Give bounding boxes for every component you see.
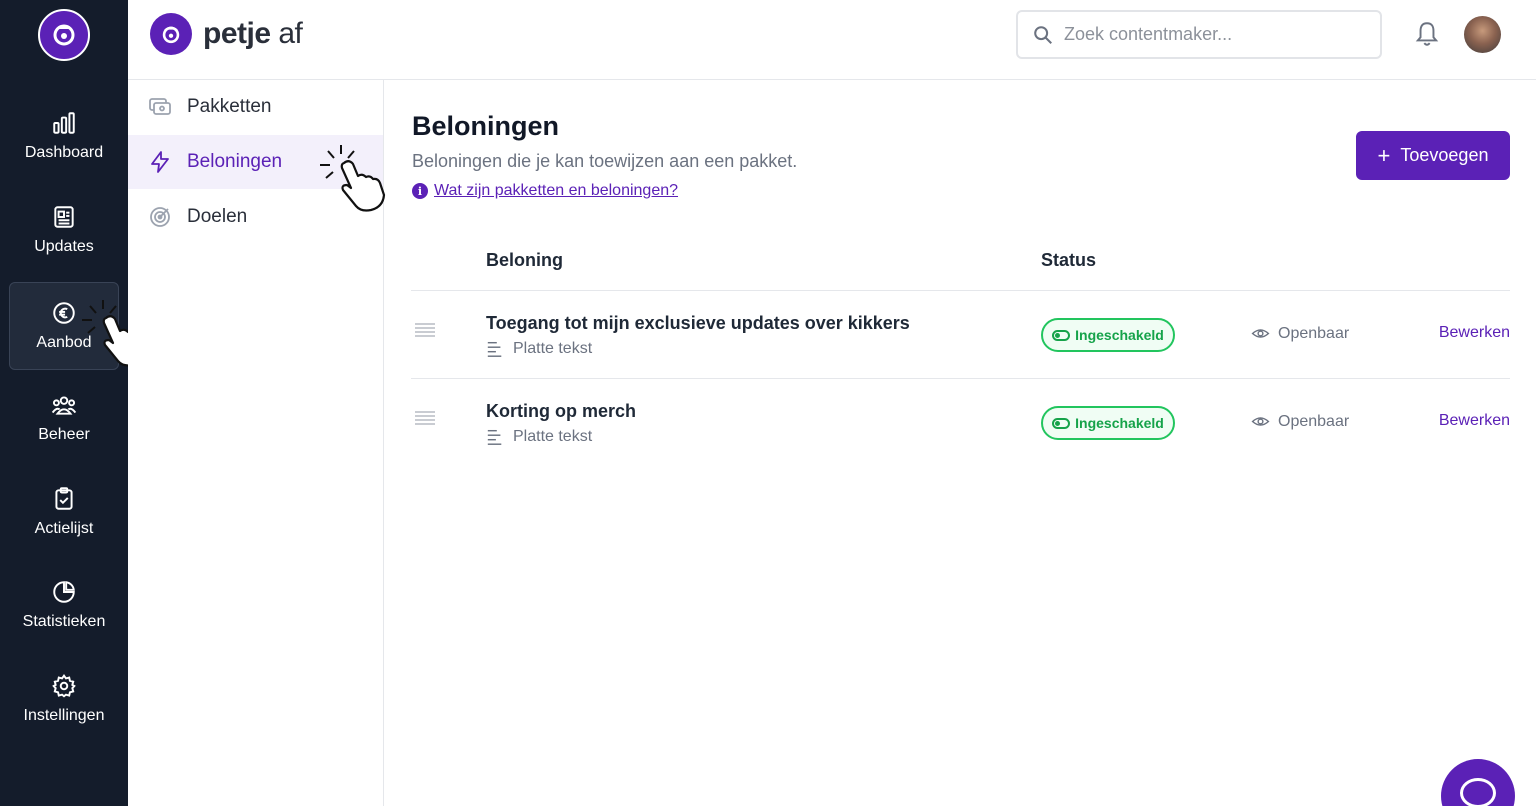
rail-label: Actielijst bbox=[34, 520, 94, 537]
eye-icon bbox=[1251, 329, 1270, 338]
package-icon bbox=[149, 98, 171, 115]
page-title: Beloningen bbox=[412, 111, 559, 141]
rail-item-actielijst[interactable]: Actielijst bbox=[9, 468, 119, 556]
clipboard-check-icon bbox=[55, 487, 73, 510]
app-logo-icon[interactable] bbox=[38, 9, 90, 61]
table-row: Toegang tot mijn exclusieve updates over… bbox=[411, 291, 1510, 379]
app-root: Dashboard Updates Aanbod Beheer Actielij… bbox=[0, 0, 1536, 806]
add-reward-button[interactable]: + Toevoegen bbox=[1356, 131, 1510, 180]
text-lines-icon bbox=[487, 341, 502, 357]
visibility: Openbaar bbox=[1251, 324, 1349, 343]
rail-label: Updates bbox=[34, 238, 94, 255]
search-input[interactable] bbox=[1064, 24, 1364, 45]
search-box bbox=[1016, 10, 1382, 59]
brand-name-bold: petje bbox=[203, 17, 271, 50]
sub-navigation: Pakketten Beloningen Doelen bbox=[128, 80, 386, 806]
subnav-label: Pakketten bbox=[187, 96, 272, 117]
lightning-icon bbox=[151, 151, 169, 173]
drag-handle-icon[interactable] bbox=[415, 323, 435, 337]
page-subtitle: Beloningen die je kan toewijzen aan een … bbox=[412, 151, 798, 171]
rail-label: Beheer bbox=[38, 426, 90, 443]
column-header-status: Status bbox=[1041, 250, 1097, 270]
reward-title: Toegang tot mijn exclusieve updates over… bbox=[486, 313, 910, 333]
visibility-label: Openbaar bbox=[1278, 324, 1350, 342]
rail-item-statistieken[interactable]: Statistieken bbox=[9, 561, 119, 649]
gear-icon bbox=[52, 674, 76, 698]
toggle-icon bbox=[1052, 417, 1071, 429]
eye-icon bbox=[1251, 417, 1270, 426]
brand-name-light: af bbox=[278, 17, 303, 50]
rail-item-updates[interactable]: Updates bbox=[9, 186, 119, 274]
subnav-label: Doelen bbox=[187, 206, 248, 227]
avatar[interactable] bbox=[1464, 16, 1501, 53]
rail-label: Dashboard bbox=[24, 144, 104, 161]
top-bar: petje af bbox=[128, 0, 1536, 80]
column-header-reward: Beloning bbox=[486, 250, 563, 270]
main-content: Beloningen Beloningen die je kan toewijz… bbox=[384, 80, 1536, 806]
search-icon bbox=[1034, 25, 1052, 44]
target-icon bbox=[150, 207, 170, 227]
reward-title: Korting op merch bbox=[486, 401, 637, 421]
table-row: Korting op merch Platte tekst Ingeschake… bbox=[411, 379, 1510, 467]
toggle-icon bbox=[1052, 329, 1071, 341]
visibility-label: Openbaar bbox=[1278, 412, 1350, 430]
rail-item-dashboard[interactable]: Dashboard bbox=[9, 92, 119, 180]
brand-name: petje af bbox=[203, 17, 303, 51]
edit-link[interactable]: Bewerken bbox=[1439, 324, 1510, 342]
visibility: Openbaar bbox=[1251, 412, 1349, 431]
text-lines-icon bbox=[487, 429, 502, 445]
info-icon: i bbox=[412, 183, 428, 199]
newspaper-icon bbox=[54, 206, 74, 228]
click-hand-icon bbox=[320, 145, 386, 212]
brand-logo[interactable]: petje af bbox=[150, 13, 303, 55]
status-label: Ingeschakeld bbox=[1075, 327, 1164, 343]
bar-chart-icon bbox=[53, 112, 75, 134]
rail-item-beheer[interactable]: Beheer bbox=[9, 374, 119, 462]
pie-chart-icon bbox=[53, 581, 75, 603]
reward-type-label: Platte tekst bbox=[513, 428, 593, 445]
add-button-label: Toevoegen bbox=[1400, 145, 1489, 165]
brand-mark-icon bbox=[150, 13, 192, 55]
edit-link[interactable]: Bewerken bbox=[1439, 412, 1510, 430]
status-badge[interactable]: Ingeschakeld bbox=[1041, 318, 1175, 352]
subnav-label: Beloningen bbox=[187, 151, 283, 172]
rail-label: Statistieken bbox=[22, 613, 106, 630]
plus-icon: + bbox=[1377, 142, 1391, 168]
status-label: Ingeschakeld bbox=[1075, 415, 1164, 431]
bell-icon[interactable] bbox=[1414, 20, 1440, 48]
rail-label: Instellingen bbox=[23, 707, 105, 724]
euro-icon bbox=[53, 302, 75, 324]
users-icon bbox=[51, 396, 77, 415]
status-badge[interactable]: Ingeschakeld bbox=[1041, 406, 1175, 440]
chat-bubble-icon bbox=[1460, 778, 1496, 806]
drag-handle-icon[interactable] bbox=[415, 411, 435, 425]
subnav-item-pakketten[interactable]: Pakketten bbox=[128, 80, 383, 134]
rail-item-instellingen[interactable]: Instellingen bbox=[9, 655, 119, 743]
help-link[interactable]: Wat zijn pakketten en beloningen? bbox=[434, 182, 678, 200]
reward-type-label: Platte tekst bbox=[513, 340, 593, 357]
left-rail: Dashboard Updates Aanbod Beheer Actielij… bbox=[0, 0, 148, 806]
help-link-row[interactable]: i Wat zijn pakketten en beloningen? bbox=[412, 182, 678, 200]
reward-type: Platte tekst bbox=[486, 340, 592, 358]
reward-type: Platte tekst bbox=[486, 428, 592, 446]
